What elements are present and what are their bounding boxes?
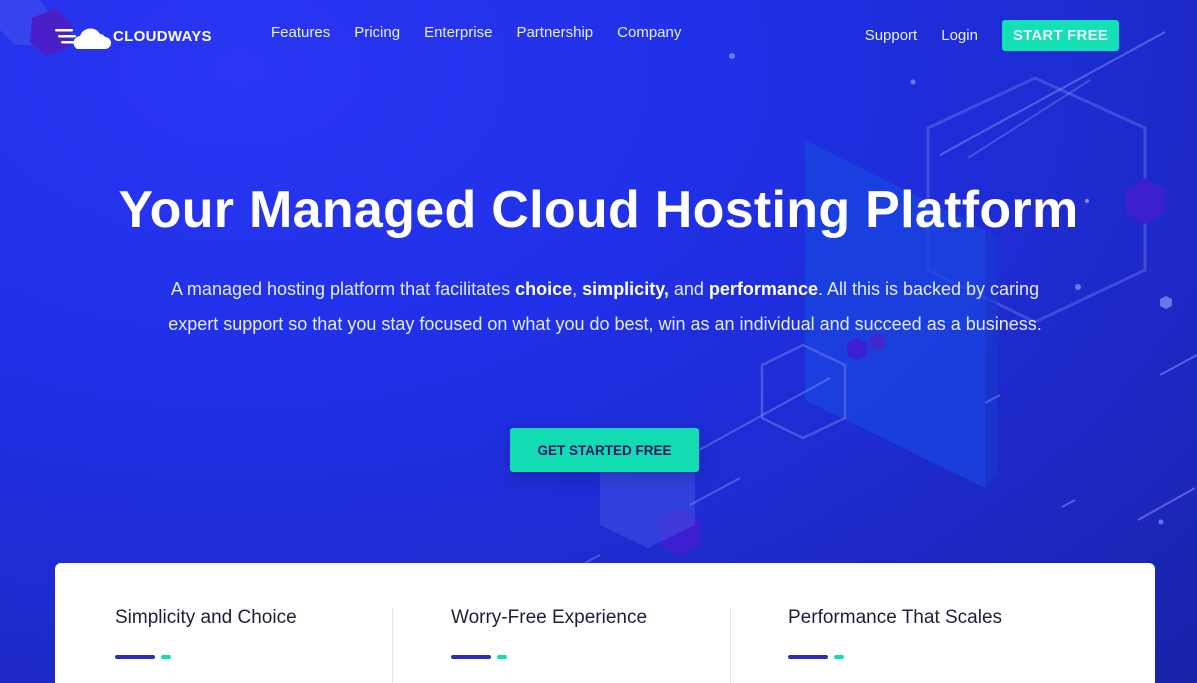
- feature-underline: [788, 655, 1088, 659]
- feature-performance: Performance That Scales: [788, 607, 1088, 659]
- get-started-free-button[interactable]: GET STARTED FREE: [510, 428, 699, 472]
- feature-title: Worry-Free Experience: [451, 607, 648, 628]
- subtitle-text-2: and: [668, 279, 709, 299]
- brand-name: CLOUDWAYS: [113, 27, 212, 45]
- feature-underline: [115, 655, 415, 659]
- feature-title: Performance That Scales: [788, 607, 1003, 628]
- start-free-button[interactable]: START FREE: [1001, 20, 1119, 51]
- hero-section: CLOUDWAYS Features Pricing Enterprise Pa…: [0, 0, 1197, 683]
- subtitle-text-1: A managed hosting platform that facilita…: [170, 279, 516, 299]
- cloud-logo-icon: [55, 28, 111, 49]
- top-navigation: CLOUDWAYS Features Pricing Enterprise Pa…: [0, 0, 1197, 70]
- nav-company[interactable]: Company: [617, 24, 681, 41]
- subtitle-bold-performance: performance: [708, 279, 818, 299]
- feature-divider: [392, 608, 393, 683]
- subtitle-separator: ,: [572, 279, 583, 299]
- nav-partnership[interactable]: Partnership: [516, 24, 593, 41]
- feature-underline: [451, 655, 751, 659]
- feature-divider: [730, 608, 731, 683]
- nav-enterprise[interactable]: Enterprise: [424, 24, 492, 41]
- feature-title: Simplicity and Choice: [115, 607, 297, 628]
- hero-title: Your Managed Cloud Hosting Platform: [118, 181, 1079, 239]
- nav-features[interactable]: Features: [271, 24, 330, 41]
- brand-logo[interactable]: CLOUDWAYS: [55, 20, 225, 52]
- nav-support[interactable]: Support: [865, 27, 918, 44]
- hero-subtitle: A managed hosting platform that facilita…: [160, 272, 1050, 342]
- nav-login[interactable]: Login: [941, 27, 978, 44]
- features-card: Simplicity and Choice Worry-Free Experie…: [55, 563, 1155, 683]
- feature-worry-free: Worry-Free Experience: [451, 607, 751, 659]
- nav-actions: Support Login START FREE: [865, 20, 1143, 51]
- nav-pricing[interactable]: Pricing: [354, 24, 400, 41]
- subtitle-bold-choice: choice: [515, 279, 573, 299]
- main-menu: Features Pricing Enterprise Partnership …: [271, 24, 705, 41]
- subtitle-bold-simplicity: simplicity,: [582, 279, 669, 299]
- feature-simplicity: Simplicity and Choice: [115, 607, 415, 659]
